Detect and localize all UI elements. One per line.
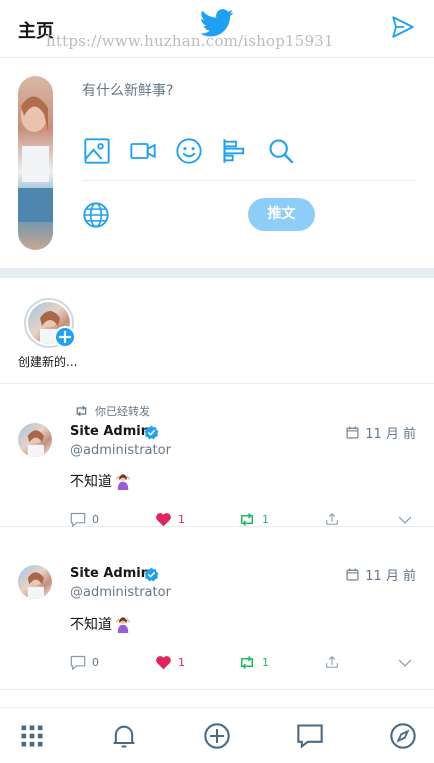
chevron-down-icon[interactable] [398,658,412,668]
tweet-card: 你已经转发 Site Admin @administrator 11 月 前 不… [0,385,434,527]
heart-icon [156,513,171,527]
retweet-count: 1 [262,513,269,526]
compose-box: 推文 [0,58,434,268]
tweet-text-content: 不知道 [70,474,112,490]
tweet-submit-button[interactable]: 推文 [248,198,315,231]
retweet-small-icon [76,405,87,417]
author-name[interactable]: Site Admin [70,566,150,581]
avatar[interactable] [18,423,52,457]
verified-badge-icon [144,567,159,582]
share-icon[interactable] [325,655,339,669]
compose-input[interactable] [82,78,412,104]
tweet-card: Site Admin @administrator 11 月 前 不知道 0 1 [0,548,434,690]
like-count: 1 [178,656,185,669]
person-shrugging-icon [115,474,131,490]
reply-button[interactable]: 0 [70,655,99,670]
reply-button[interactable]: 0 [70,512,99,527]
time-text: 11 月 前 [365,427,416,442]
reply-icon [70,655,86,670]
retweet-icon [241,655,253,670]
tweet-text: 不知道 [70,614,132,634]
retweet-button[interactable]: 1 [238,655,269,670]
tweet-time: 11 月 前 [346,423,416,442]
tweet-text: 不知道 [70,471,132,491]
calendar-icon [346,426,359,439]
bottom-tab-bar [0,707,434,763]
section-divider [0,268,434,278]
compose-avatar[interactable] [18,76,53,250]
plus-circle-icon[interactable] [203,722,231,750]
heart-icon [156,656,171,670]
chat-icon[interactable] [296,722,324,750]
time-text: 11 月 前 [365,569,416,584]
reply-count: 0 [92,656,99,669]
grid-icon[interactable] [18,722,46,750]
tweet-text-content: 不知道 [70,617,112,633]
person-shrugging-icon [115,617,131,633]
retweet-icon [241,512,253,527]
like-button[interactable]: 1 [155,512,185,527]
paper-plane-icon[interactable] [390,14,416,40]
tweet-time: 11 月 前 [346,565,416,584]
verified-badge-icon [144,425,159,440]
share-icon[interactable] [325,512,339,526]
like-count: 1 [178,513,185,526]
compose-divider [82,180,416,181]
reply-count: 0 [92,513,99,526]
compass-icon[interactable] [389,722,417,750]
author-handle: @administrator [70,443,171,458]
author-name[interactable]: Site Admin [70,424,150,439]
like-button[interactable]: 1 [155,655,185,670]
poll-icon[interactable] [221,137,249,165]
retweet-note: 你已经转发 [95,405,150,418]
retweet-button[interactable]: 1 [238,512,269,527]
add-story-button[interactable] [54,326,76,348]
top-header: 主页 https://www.huzhan.com/ishop15931 [0,0,434,58]
emoji-icon[interactable] [175,137,203,165]
create-story-label: 创建新的... [18,355,78,369]
image-icon[interactable] [83,137,111,165]
avatar[interactable] [18,565,52,599]
watermark-text: https://www.huzhan.com/ishop15931 [46,32,334,50]
plus-icon [59,331,71,343]
retweet-indicator: 你已经转发 [74,403,150,419]
stories-bar: 创建新的... [0,278,434,384]
globe-icon[interactable] [82,201,110,229]
bell-icon[interactable] [110,722,138,750]
chevron-down-icon[interactable] [398,515,412,525]
video-icon[interactable] [129,137,157,165]
search-icon[interactable] [267,137,295,165]
author-handle: @administrator [70,585,171,600]
reply-icon [70,512,86,527]
retweet-count: 1 [262,656,269,669]
calendar-icon [346,568,359,581]
